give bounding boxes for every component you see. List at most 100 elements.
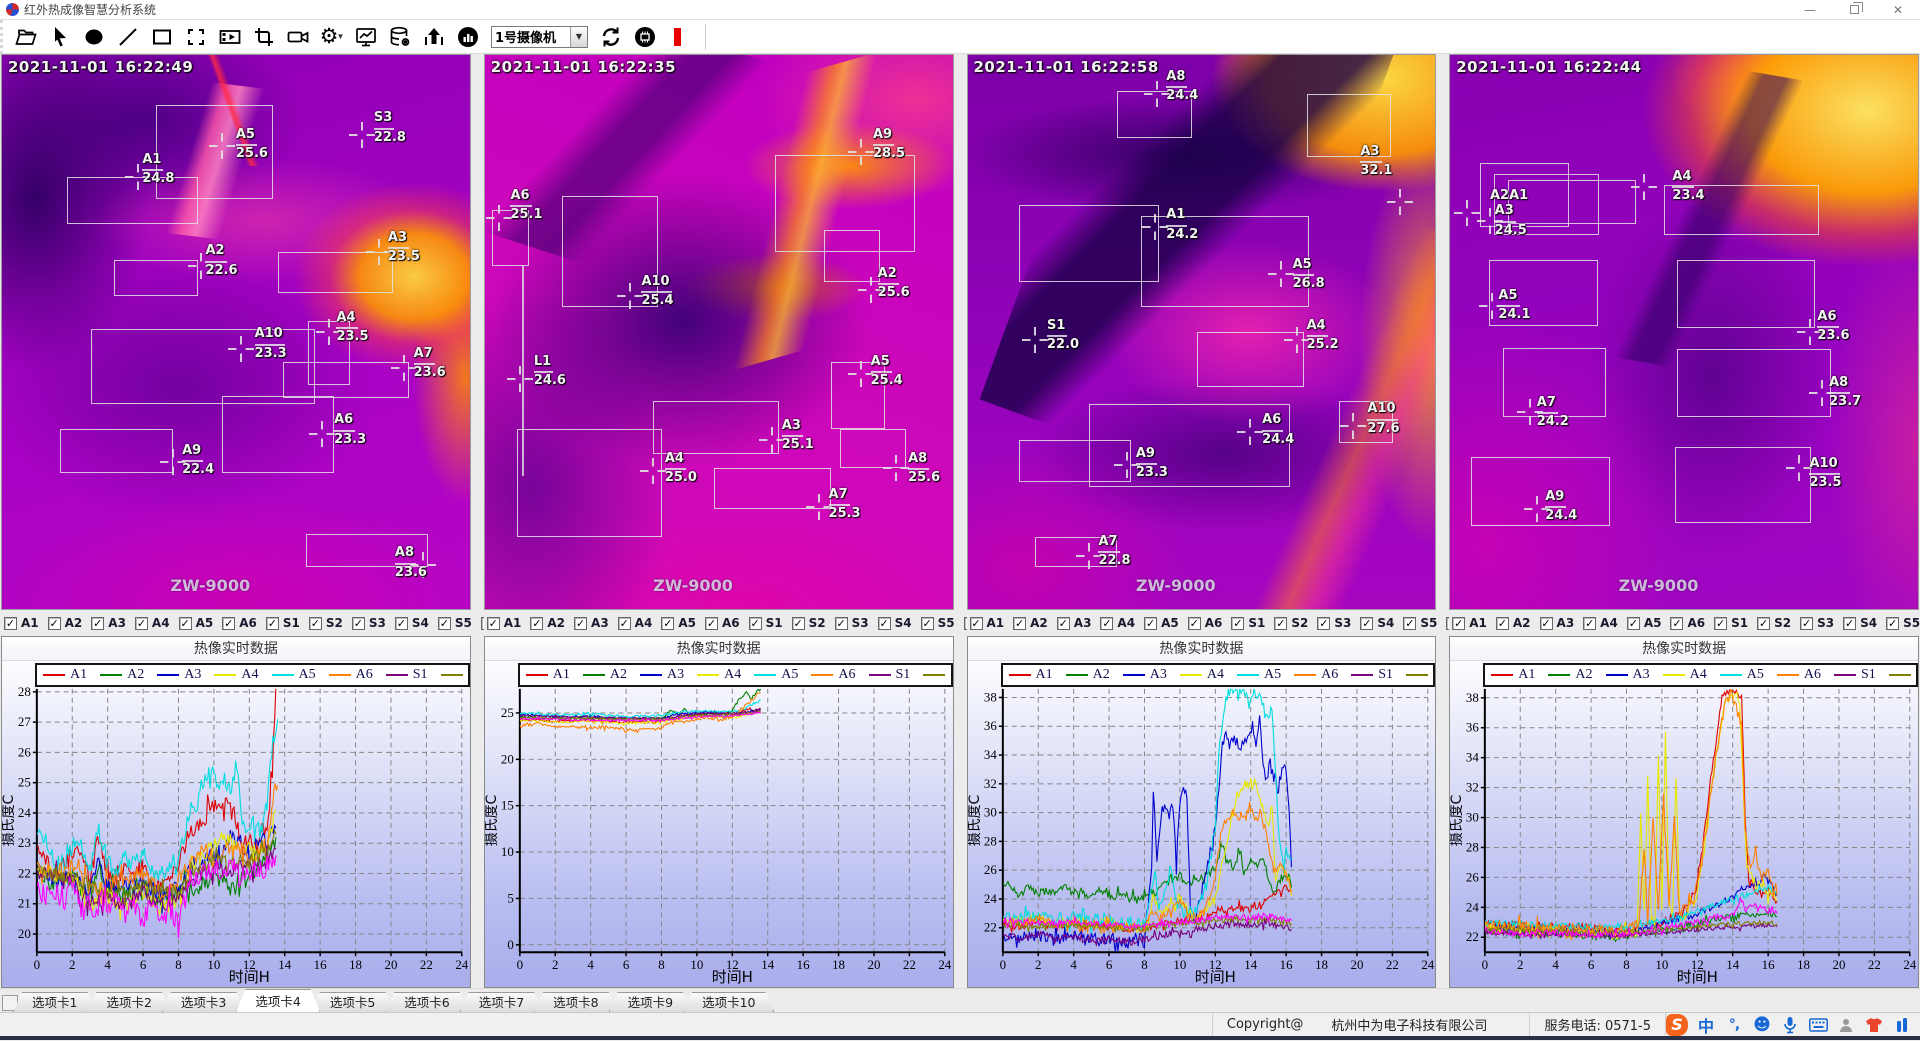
series-checkbox-A2[interactable]: ✓A2 — [1496, 616, 1531, 630]
series-checkbox-S3[interactable]: ✓S3 — [1800, 616, 1834, 630]
series-checkbox-S5[interactable]: ✓S5 — [438, 616, 472, 630]
camera-select[interactable]: 1号摄像机 ▼ — [491, 26, 588, 48]
series-checkbox-S1[interactable]: ✓S1 — [266, 616, 300, 630]
ellipse-tool-button[interactable] — [79, 23, 109, 51]
checkbox-checked-icon[interactable]: ✓ — [438, 617, 451, 630]
series-checkbox-S1[interactable]: ✓S1 — [1714, 616, 1748, 630]
rectangle-tool-button[interactable] — [147, 23, 177, 51]
series-checkbox-S5[interactable]: ✓S5 — [1886, 616, 1920, 630]
ime-punctuation-icon[interactable]: °, — [1724, 1015, 1744, 1035]
checkbox-checked-icon[interactable]: ✓ — [487, 617, 500, 630]
checkbox-checked-icon[interactable]: ✓ — [661, 617, 674, 630]
checkbox-checked-icon[interactable]: ✓ — [91, 617, 104, 630]
series-checkbox-A5[interactable]: ✓A5 — [1144, 616, 1179, 630]
checkbox-checked-icon[interactable]: ✓ — [266, 617, 279, 630]
refresh-button[interactable] — [596, 23, 626, 51]
series-checkbox-A2[interactable]: ✓A2 — [530, 616, 565, 630]
checkbox-checked-icon[interactable]: ✓ — [1057, 617, 1070, 630]
thermal-video[interactable]: 2021-11-01 16:22:35A625.1A928.5A1025.4A2… — [484, 54, 954, 610]
checkbox-checked-icon[interactable]: ✓ — [1670, 617, 1683, 630]
series-checkbox-A4[interactable]: ✓A4 — [618, 616, 653, 630]
restore-button[interactable] — [1832, 0, 1876, 19]
series-checkbox-S1[interactable]: ✓S1 — [749, 616, 783, 630]
series-checkbox-S2[interactable]: ✓S2 — [1274, 616, 1308, 630]
database-settings-button[interactable] — [385, 23, 415, 51]
thermal-video[interactable]: 2021-11-01 16:22:58A824.4A332.1A124.2A52… — [967, 54, 1437, 610]
series-checkbox-S4[interactable]: ✓S4 — [1360, 616, 1394, 630]
series-checkbox-A3[interactable]: ✓A3 — [574, 616, 609, 630]
stats-button[interactable] — [453, 23, 483, 51]
checkbox-checked-icon[interactable]: ✓ — [1452, 617, 1465, 630]
series-checkbox-A1[interactable]: ✓A1 — [1452, 616, 1487, 630]
series-checkbox-A6[interactable]: ✓A6 — [1188, 616, 1223, 630]
tab-7[interactable]: 选项卡7 — [460, 992, 543, 1012]
checkbox-checked-icon[interactable]: ✓ — [1496, 617, 1509, 630]
series-checkbox-A1[interactable]: ✓A1 — [487, 616, 522, 630]
checkbox-checked-icon[interactable]: ✓ — [530, 617, 543, 630]
checkbox-checked-icon[interactable]: ✓ — [921, 617, 934, 630]
series-checkbox-A5[interactable]: ✓A5 — [179, 616, 214, 630]
tab-3[interactable]: 选项卡3 — [162, 992, 245, 1012]
series-checkbox-S5[interactable]: ✓S5 — [921, 616, 955, 630]
checkbox-checked-icon[interactable]: ✓ — [1100, 617, 1113, 630]
series-checkbox-A2[interactable]: ✓A2 — [48, 616, 83, 630]
region-tool-button[interactable] — [181, 23, 211, 51]
series-checkbox-A3[interactable]: ✓A3 — [1540, 616, 1575, 630]
series-checkbox-A1[interactable]: ✓A1 — [4, 616, 39, 630]
open-file-button[interactable] — [11, 23, 41, 51]
checkbox-checked-icon[interactable]: ✓ — [1714, 617, 1727, 630]
checkbox-checked-icon[interactable]: ✓ — [1144, 617, 1157, 630]
settings-button[interactable]: ⚙▼ — [317, 23, 347, 51]
checkbox-checked-icon[interactable]: ✓ — [1403, 617, 1416, 630]
series-checkbox-S2[interactable]: ✓S2 — [792, 616, 826, 630]
series-checkbox-A6[interactable]: ✓A6 — [705, 616, 740, 630]
checkbox-checked-icon[interactable]: ✓ — [1540, 617, 1553, 630]
checkbox-checked-icon[interactable]: ✓ — [222, 617, 235, 630]
ime-microphone-icon[interactable] — [1780, 1015, 1800, 1035]
chip-button[interactable] — [630, 23, 660, 51]
checkbox-checked-icon[interactable]: ✓ — [1317, 617, 1330, 630]
series-checkbox-A5[interactable]: ✓A5 — [661, 616, 696, 630]
series-checkbox-A5[interactable]: ✓A5 — [1627, 616, 1662, 630]
tab-9[interactable]: 选项卡9 — [609, 992, 692, 1012]
cursor-tool-button[interactable] — [45, 23, 75, 51]
checkbox-checked-icon[interactable]: ✓ — [352, 617, 365, 630]
checkbox-checked-icon[interactable]: ✓ — [1360, 617, 1373, 630]
checkbox-checked-icon[interactable]: ✓ — [574, 617, 587, 630]
ime-skin-icon[interactable] — [1864, 1015, 1884, 1035]
tab-10[interactable]: 选项卡10 — [683, 992, 774, 1012]
camera-tool-button[interactable] — [283, 23, 313, 51]
checkbox-checked-icon[interactable]: ✓ — [1843, 617, 1856, 630]
checkbox-checked-icon[interactable]: ✓ — [792, 617, 805, 630]
series-checkbox-S2[interactable]: ✓S2 — [1757, 616, 1791, 630]
series-checkbox-A6[interactable]: ✓A6 — [222, 616, 257, 630]
video-play-button[interactable] — [215, 23, 245, 51]
ime-user-icon[interactable] — [1836, 1015, 1856, 1035]
tab-5[interactable]: 选项卡5 — [311, 992, 394, 1012]
checkbox-checked-icon[interactable]: ✓ — [1188, 617, 1201, 630]
series-checkbox-S4[interactable]: ✓S4 — [395, 616, 429, 630]
tab-4[interactable]: 选项卡4 — [236, 989, 319, 1012]
checkbox-checked-icon[interactable]: ✓ — [48, 617, 61, 630]
sogou-logo-icon[interactable]: S — [1666, 1014, 1688, 1036]
series-checkbox-A4[interactable]: ✓A4 — [1100, 616, 1135, 630]
close-button[interactable]: ✕ — [1876, 0, 1920, 19]
tab-6[interactable]: 选项卡6 — [385, 992, 468, 1012]
series-checkbox-S3[interactable]: ✓S3 — [1317, 616, 1351, 630]
series-checkbox-S4[interactable]: ✓S4 — [878, 616, 912, 630]
checkbox-checked-icon[interactable]: ✓ — [618, 617, 631, 630]
series-checkbox-A4[interactable]: ✓A4 — [1583, 616, 1618, 630]
series-checkbox-S5[interactable]: ✓S5 — [1403, 616, 1437, 630]
series-checkbox-S1[interactable]: ✓S1 — [1231, 616, 1265, 630]
monitor-chart-button[interactable] — [351, 23, 381, 51]
series-checkbox-A2[interactable]: ✓A2 — [1013, 616, 1048, 630]
tab-8[interactable]: 选项卡8 — [534, 992, 617, 1012]
checkbox-checked-icon[interactable]: ✓ — [1757, 617, 1770, 630]
tab-1[interactable]: 选项卡1 — [13, 992, 96, 1012]
tab-2[interactable]: 选项卡2 — [87, 992, 170, 1012]
checkbox-checked-icon[interactable]: ✓ — [878, 617, 891, 630]
ime-menu-icon[interactable] — [1892, 1015, 1912, 1035]
series-checkbox-S3[interactable]: ✓S3 — [835, 616, 869, 630]
checkbox-checked-icon[interactable]: ✓ — [1013, 617, 1026, 630]
checkbox-checked-icon[interactable]: ✓ — [309, 617, 322, 630]
